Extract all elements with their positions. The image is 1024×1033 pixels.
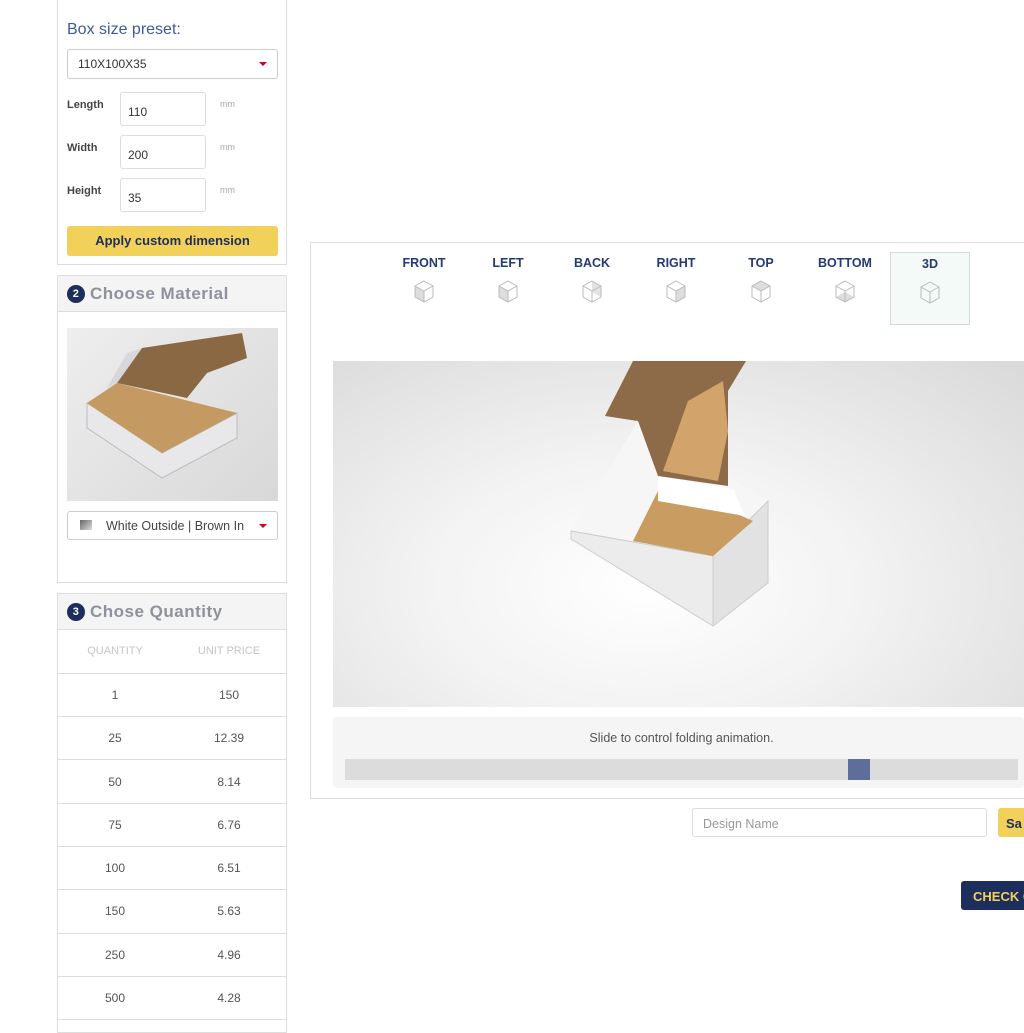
preset-select[interactable]: 110X100X35 bbox=[67, 49, 278, 79]
unit-price-cell: 5.63 bbox=[172, 889, 286, 934]
material-swatch-icon bbox=[80, 520, 92, 530]
cube-icon bbox=[498, 280, 518, 303]
quantity-cell: 100 bbox=[58, 846, 172, 891]
box-size-title: Box size preset: bbox=[67, 21, 181, 38]
chevron-down-icon bbox=[259, 62, 267, 66]
unit-price-column-header: UNIT PRICE bbox=[172, 630, 286, 674]
tab-top[interactable]: TOP bbox=[721, 252, 801, 325]
price-row[interactable]: 75 6.76 bbox=[58, 803, 286, 847]
unit-price-cell: 12.39 bbox=[172, 716, 286, 761]
quantity-cell: 500 bbox=[58, 976, 172, 1021]
material-value: White Outside | Brown In bbox=[106, 518, 245, 533]
tab-back[interactable]: BACK bbox=[552, 252, 632, 325]
tab-left[interactable]: LEFT bbox=[468, 252, 548, 325]
cube-icon bbox=[835, 280, 855, 303]
check-out-button[interactable]: CHECK O bbox=[961, 881, 1024, 910]
quantity-cell: 250 bbox=[58, 933, 172, 977]
unit-price-cell: 6.76 bbox=[172, 803, 286, 847]
tab-label: LEFT bbox=[492, 256, 524, 270]
box-size-panel: Box size preset: 110X100X35 Length 110 m… bbox=[57, 0, 287, 265]
tab-label: BACK bbox=[573, 256, 611, 270]
tab-label: TOP bbox=[748, 256, 774, 270]
folding-slider-thumb[interactable] bbox=[847, 759, 870, 780]
3d-viewport[interactable] bbox=[333, 361, 1024, 707]
width-input[interactable]: 200 bbox=[120, 135, 206, 169]
price-row[interactable]: 1 150 bbox=[58, 673, 286, 718]
quantity-header: 3 Chose Quantity bbox=[58, 594, 286, 630]
quantity-cell: 25 bbox=[58, 716, 172, 761]
tab-3d[interactable]: 3D bbox=[890, 252, 970, 325]
tab-right[interactable]: RIGHT bbox=[636, 252, 716, 325]
unit-price-cell: 4.96 bbox=[172, 933, 286, 977]
height-input[interactable]: 35 bbox=[120, 178, 206, 212]
material-preview-image bbox=[67, 328, 278, 501]
tab-label: BOTTOM bbox=[818, 256, 872, 270]
step-badge: 3 bbox=[67, 602, 85, 621]
apply-custom-dimension-button[interactable]: Apply custom dimension bbox=[67, 226, 278, 256]
unit-price-cell: 4.28 bbox=[172, 976, 286, 1021]
slider-label: Slide to control folding animation. bbox=[589, 731, 774, 745]
unit-price-cell: 150 bbox=[172, 673, 286, 718]
length-unit: mm bbox=[220, 99, 235, 109]
material-header: 2 Choose Material bbox=[58, 276, 286, 312]
unit-price-cell: 6.51 bbox=[172, 846, 286, 891]
price-row[interactable]: 150 5.63 bbox=[58, 889, 286, 934]
quantity-cell: 150 bbox=[58, 889, 172, 934]
quantity-cell: 50 bbox=[58, 759, 172, 804]
width-unit: mm bbox=[220, 142, 235, 152]
step-badge: 2 bbox=[67, 284, 85, 303]
quantity-cell: 75 bbox=[58, 803, 172, 847]
material-panel: 2 Choose Material White Outside | Brown I… bbox=[57, 275, 287, 583]
save-button[interactable]: Sa bbox=[998, 808, 1024, 837]
price-row[interactable]: 25 12.39 bbox=[58, 716, 286, 761]
chevron-down-icon bbox=[259, 523, 267, 528]
width-label: Width bbox=[67, 142, 98, 154]
cube-icon bbox=[414, 280, 434, 303]
quantity-title: Chose Quantity bbox=[90, 601, 223, 621]
quantity-panel: 3 Chose Quantity QUANTITY UNIT PRICE 1 150 2… bbox=[57, 593, 287, 1033]
preset-value: 110X100X35 bbox=[78, 57, 147, 71]
tab-label: RIGHT bbox=[656, 256, 696, 270]
price-row[interactable]: 100 6.51 bbox=[58, 846, 286, 891]
tab-label: 3D bbox=[922, 257, 938, 271]
length-input[interactable]: 110 bbox=[120, 92, 206, 126]
tab-front[interactable]: FRONT bbox=[384, 252, 464, 325]
quantity-column-header: QUANTITY bbox=[58, 630, 172, 674]
length-label: Length bbox=[67, 99, 104, 111]
cube-icon bbox=[920, 281, 940, 304]
price-row[interactable]: 500 4.28 bbox=[58, 976, 286, 1021]
material-title: Choose Material bbox=[90, 283, 229, 303]
price-row[interactable]: 50 8.14 bbox=[58, 759, 286, 804]
cube-icon bbox=[582, 280, 602, 303]
tab-bottom[interactable]: BOTTOM bbox=[805, 252, 885, 325]
price-row[interactable]: 250 4.96 bbox=[58, 933, 286, 977]
unit-price-cell: 8.14 bbox=[172, 759, 286, 804]
quantity-cell: 1 bbox=[58, 673, 172, 718]
slider-panel: Slide to control folding animation. bbox=[333, 717, 1024, 788]
design-name-input[interactable]: Design Name bbox=[692, 808, 987, 837]
height-label: Height bbox=[67, 185, 102, 197]
cube-icon bbox=[751, 280, 771, 303]
folding-slider-track[interactable] bbox=[345, 759, 1018, 780]
height-unit: mm bbox=[220, 185, 235, 195]
material-select[interactable]: White Outside | Brown In bbox=[67, 511, 278, 540]
cube-icon bbox=[666, 280, 686, 303]
tab-label: FRONT bbox=[402, 256, 446, 270]
price-table: QUANTITY UNIT PRICE 1 150 25 12.39 50 8.14 75 6.… bbox=[58, 630, 286, 1021]
